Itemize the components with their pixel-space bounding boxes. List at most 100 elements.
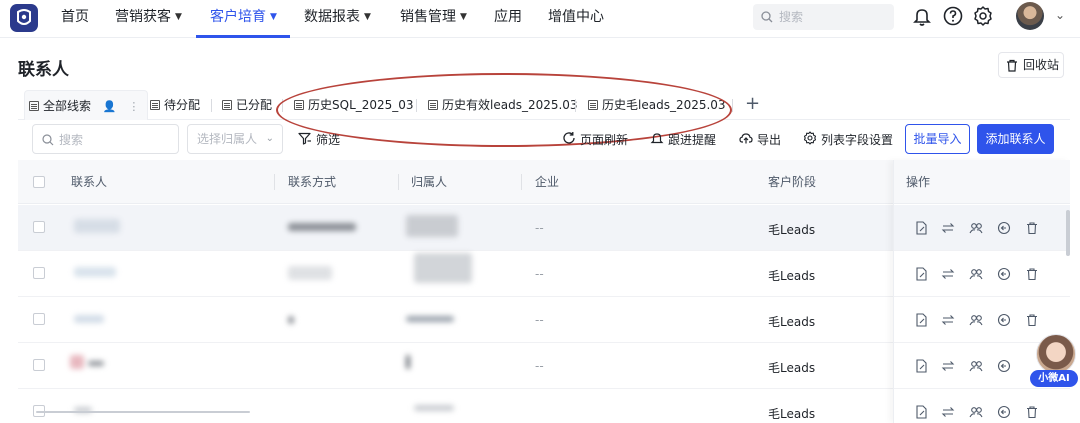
chevron-down-icon: ⌄ <box>265 133 274 144</box>
transfer-icon[interactable] <box>941 221 955 235</box>
return-icon[interactable] <box>997 221 1011 235</box>
column-header-stage: 客户阶段 <box>768 175 817 189</box>
refresh-label: 页面刷新 <box>580 133 629 147</box>
column-settings-button[interactable]: 列表字段设置 <box>803 131 893 148</box>
trash-icon[interactable] <box>1025 313 1039 327</box>
select-all-checkbox[interactable] <box>33 176 45 188</box>
search-icon <box>761 11 773 23</box>
gear-icon[interactable] <box>972 5 994 27</box>
return-icon[interactable] <box>997 313 1011 327</box>
tab-history-sql[interactable]: 历史SQL_2025_03 <box>290 90 414 120</box>
add-contact-button[interactable]: 添加联系人 <box>977 124 1054 154</box>
redacted-contact-avatar <box>70 355 84 369</box>
nav-apps[interactable]: 应用 <box>494 0 522 38</box>
row-checkbox[interactable] <box>33 359 45 371</box>
assign-user-icon[interactable] <box>969 221 983 235</box>
user-avatar[interactable] <box>1016 2 1044 30</box>
document-icon <box>222 100 232 110</box>
redacted-contact-method <box>288 316 294 324</box>
nav-nurturing[interactable]: 客户培育 ▼ <box>210 0 277 38</box>
assign-user-icon[interactable] <box>969 313 983 327</box>
transfer-icon[interactable] <box>941 267 955 281</box>
redacted-contact-method <box>288 223 356 231</box>
tab-history-valid-leads[interactable]: 历史有效leads_2025.03 <box>424 90 578 120</box>
vertical-scrollbar[interactable] <box>1066 210 1070 256</box>
ai-assistant-button[interactable]: 小微AI <box>1030 370 1078 387</box>
filter-button[interactable]: 筛选 <box>298 131 340 148</box>
add-tab-button[interactable]: + <box>745 93 760 114</box>
chevron-down-icon[interactable]: ⌄ <box>1055 8 1065 22</box>
follow-up-reminder-button[interactable]: 跟进提醒 <box>650 131 716 148</box>
person-icon: 👤 <box>102 100 117 113</box>
app-logo[interactable] <box>10 4 38 32</box>
trash-icon[interactable] <box>1025 221 1039 235</box>
nav-nurturing-label: 客户培育 <box>210 9 266 25</box>
tab-unassigned[interactable]: 待分配 <box>146 90 200 120</box>
row-checkbox[interactable] <box>33 267 45 279</box>
export-button[interactable]: 导出 <box>739 131 781 148</box>
redacted-contact-name <box>88 361 104 366</box>
row-checkbox[interactable] <box>33 221 45 233</box>
page-title: 联系人 <box>18 60 69 80</box>
refresh-icon <box>563 132 575 144</box>
more-vertical-icon[interactable]: ⋮ <box>128 100 139 113</box>
assign-user-icon[interactable] <box>969 359 983 373</box>
edit-document-icon[interactable] <box>914 267 928 281</box>
search-icon <box>42 134 54 146</box>
owner-select[interactable]: 选择归属人 ⌄ <box>187 124 283 154</box>
company-cell: -- <box>535 267 544 281</box>
transfer-icon[interactable] <box>941 405 955 419</box>
nav-sales-label: 销售管理 <box>400 9 456 25</box>
recycle-bin-button[interactable]: 回收站 <box>998 52 1064 78</box>
trash-icon[interactable] <box>1025 267 1039 281</box>
contact-search-input[interactable] <box>59 131 169 149</box>
document-icon <box>29 101 39 111</box>
redacted-owner <box>406 215 458 237</box>
tab-divider <box>282 99 283 112</box>
return-icon[interactable] <box>997 359 1011 373</box>
nav-marketing[interactable]: 营销获客 ▼ <box>115 0 182 38</box>
global-search[interactable] <box>753 4 894 30</box>
trash-icon[interactable] <box>1025 405 1039 419</box>
edit-document-icon[interactable] <box>914 221 928 235</box>
edit-document-icon[interactable] <box>914 405 928 419</box>
horizontal-scrollbar[interactable] <box>36 411 250 413</box>
stage-cell: 毛Leads <box>768 407 816 421</box>
tab-assigned[interactable]: 已分配 <box>218 90 272 120</box>
tab-all-leads[interactable]: 全部线索 👤 ⋮ <box>24 90 149 120</box>
nav-reports[interactable]: 数据报表 ▼ <box>304 0 371 38</box>
bulk-import-button[interactable]: 批量导入 <box>905 124 970 154</box>
nav-marketing-label: 营销获客 <box>115 9 171 25</box>
refresh-button[interactable]: 页面刷新 <box>562 131 628 148</box>
stage-cell: 毛Leads <box>768 223 816 237</box>
assign-user-icon[interactable] <box>969 267 983 281</box>
tab-divider <box>732 99 733 112</box>
transfer-icon[interactable] <box>941 359 955 373</box>
edit-document-icon[interactable] <box>914 313 928 327</box>
contact-search[interactable] <box>32 124 179 154</box>
nav-active-indicator <box>196 35 290 38</box>
row-checkbox[interactable] <box>33 313 45 325</box>
return-icon[interactable] <box>997 405 1011 419</box>
redacted-contact-name <box>74 267 116 277</box>
column-settings-label: 列表字段设置 <box>821 133 894 147</box>
edit-document-icon[interactable] <box>914 359 928 373</box>
ai-assistant-avatar[interactable] <box>1036 334 1076 374</box>
nav-home[interactable]: 首页 <box>61 0 89 38</box>
help-icon[interactable] <box>942 5 964 27</box>
transfer-icon[interactable] <box>941 313 955 327</box>
global-search-input[interactable] <box>779 8 879 26</box>
nav-value-added[interactable]: 增值中心 <box>548 0 604 38</box>
document-icon <box>294 100 304 110</box>
document-icon <box>428 100 438 110</box>
assign-user-icon[interactable] <box>969 405 983 419</box>
nav-sales[interactable]: 销售管理 ▼ <box>400 0 467 38</box>
bell-icon[interactable] <box>911 5 933 27</box>
tab-label: 已分配 <box>236 98 273 112</box>
redacted-owner <box>406 316 454 322</box>
tab-history-raw-leads[interactable]: 历史毛leads_2025.03 <box>584 90 726 120</box>
chevron-down-icon: ▼ <box>460 12 467 22</box>
company-cell: -- <box>535 359 544 373</box>
recycle-bin-label: 回收站 <box>1023 58 1060 72</box>
return-icon[interactable] <box>997 267 1011 281</box>
